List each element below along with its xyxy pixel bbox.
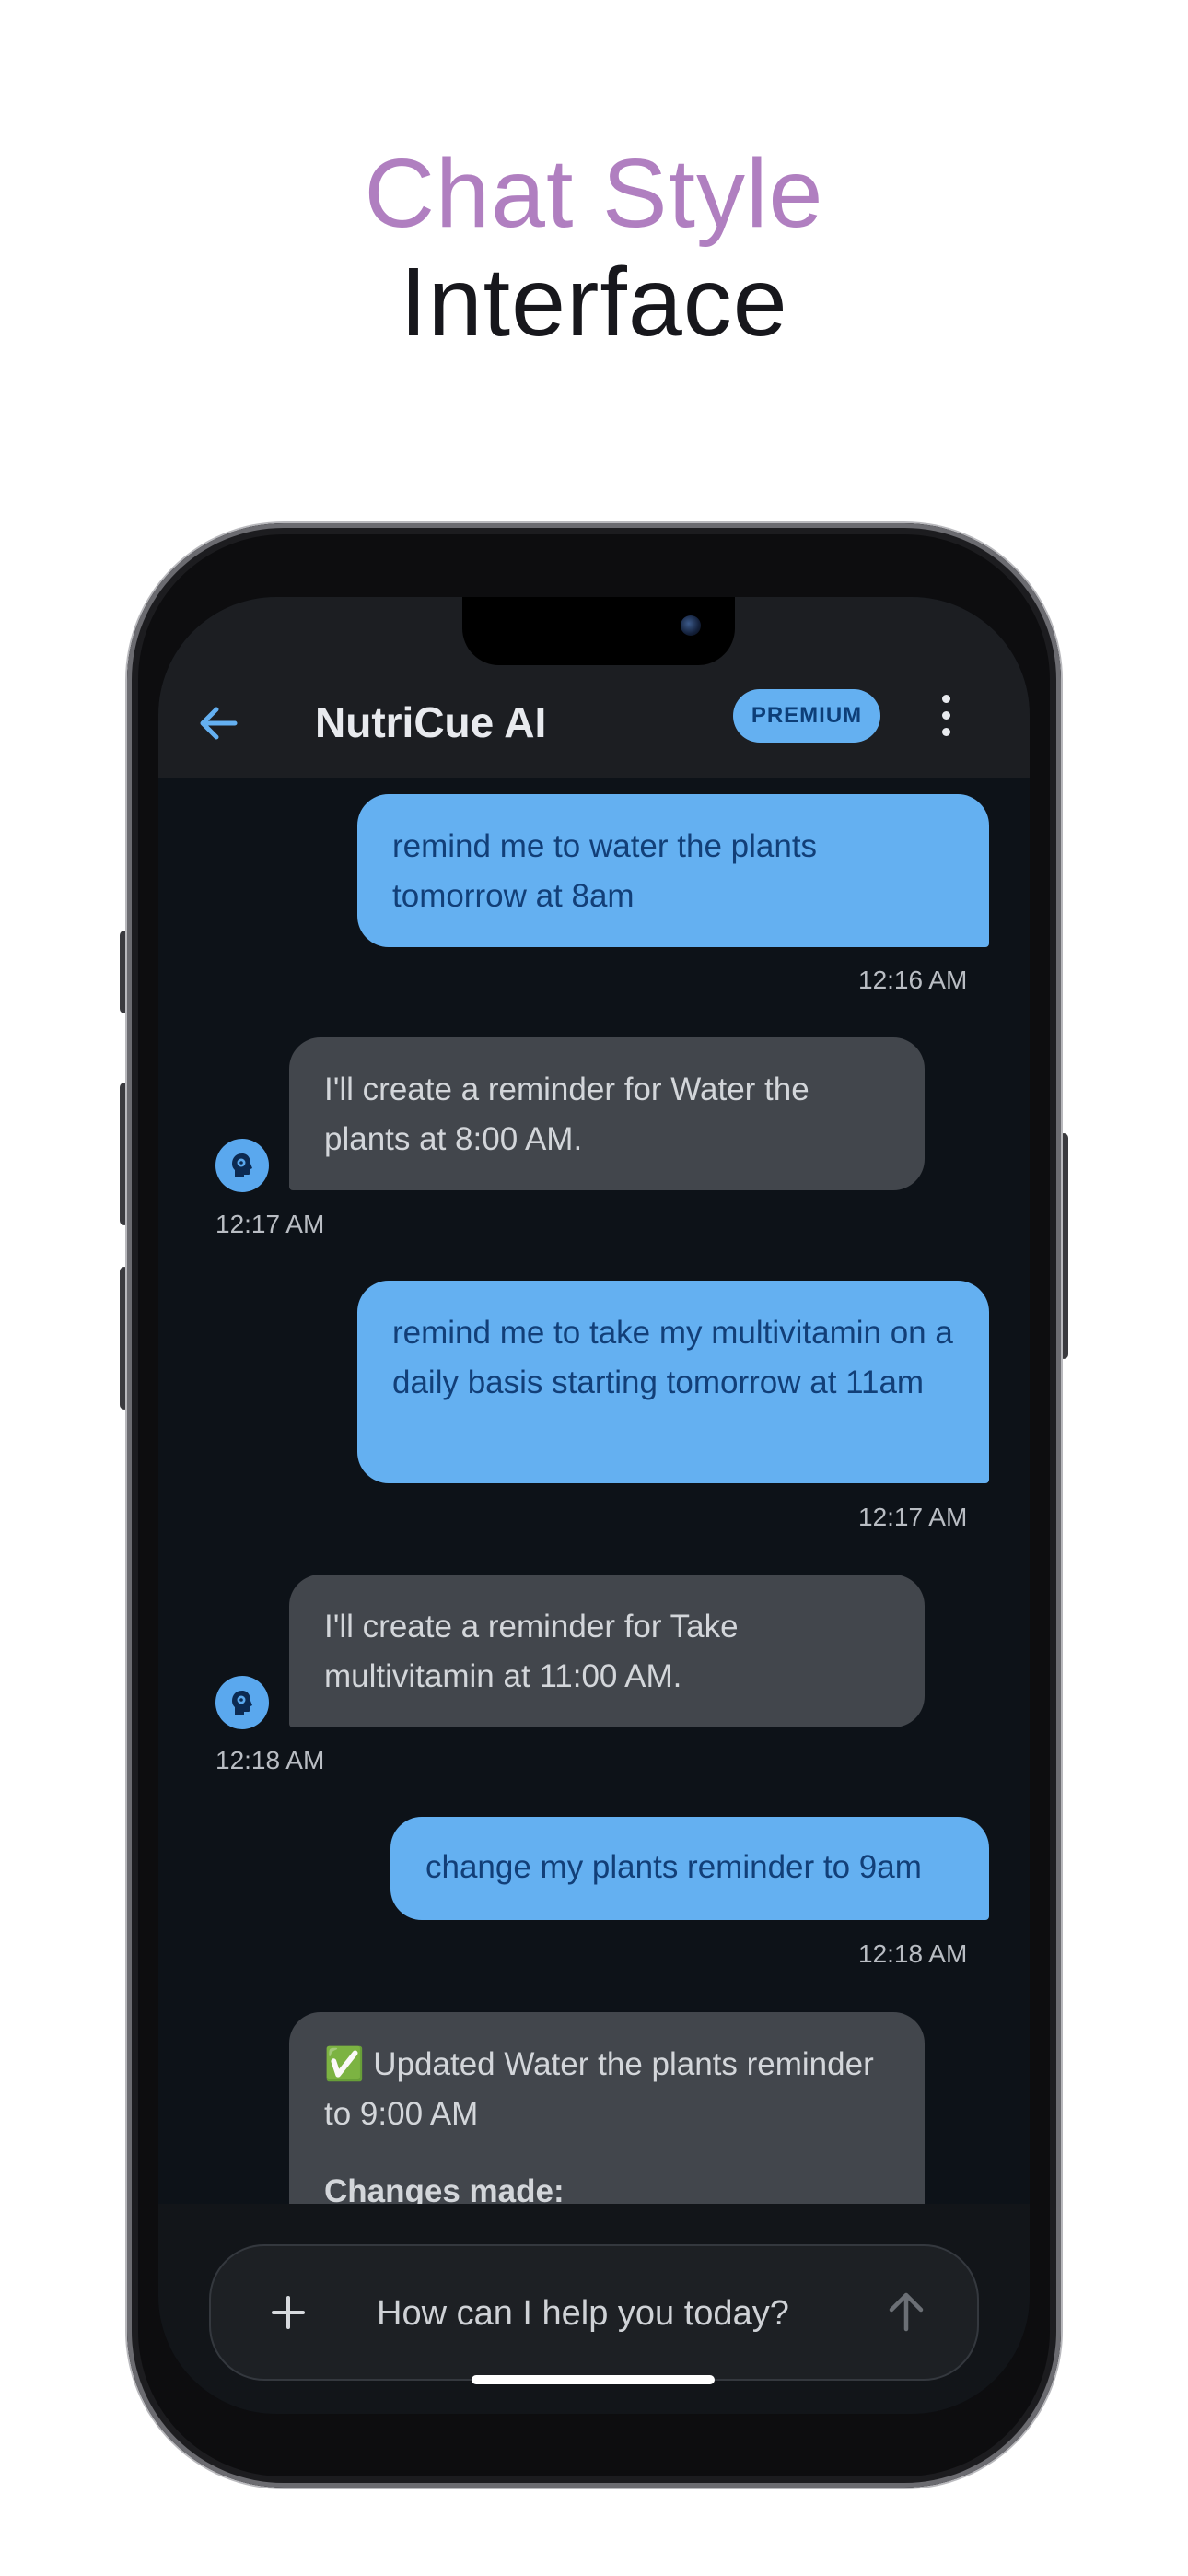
headline-line-1: Chat Style [364,139,824,248]
back-button[interactable] [195,700,241,746]
message-timestamp: 12:18 AM [858,1939,968,1968]
arrow-up-icon [889,2292,924,2332]
user-message-bubble: remind me to water the plants tomorrow a… [357,794,989,947]
more-vertical-icon-dot [942,728,950,736]
plus-icon [272,2296,305,2329]
arrow-left-icon [200,707,238,740]
message-timestamp: 12:16 AM [858,966,968,994]
message-timestamp: 12:18 AM [215,1746,325,1774]
more-vertical-icon-dot [942,711,950,720]
more-vertical-icon [942,695,950,703]
front-camera [681,615,701,636]
ai-message-bubble: I'll create a reminder for Water the pla… [289,1037,925,1190]
more-menu-button[interactable] [932,693,960,739]
chat-thread[interactable]: remind me to water the plants tomorrow a… [158,778,1030,2204]
phone-screen: NutriCue AI PREMIUM remind me to water t… [158,597,1030,2414]
bot-avatar [215,1676,269,1729]
app-title: NutriCue AI [315,698,547,746]
message-input[interactable] [375,2281,857,2346]
bot-avatar [215,1139,269,1192]
message-composer [209,2244,979,2381]
ai-message-bubble: ✅ Updated Water the plants reminder to 9… [289,2012,925,2204]
ai-message-subheading: Changes made: [324,2173,565,2204]
attach-button[interactable] [264,2289,312,2336]
user-message-bubble: change my plants reminder to 9am [390,1817,989,1920]
message-timestamp: 12:17 AM [215,1210,325,1238]
message-timestamp: 12:17 AM [858,1503,968,1531]
brain-head-icon [232,1691,252,1715]
brain-head-icon [232,1153,252,1177]
ai-message-text: ✅ Updated Water the plants reminder to 9… [324,2046,874,2132]
headline-line-2: Interface [400,248,788,357]
premium-badge[interactable]: PREMIUM [733,689,880,743]
home-indicator[interactable] [472,2375,715,2384]
user-message-bubble: remind me to take my multivitamin on a d… [357,1281,989,1483]
ai-message-bubble: I'll create a reminder for Take multivit… [289,1575,925,1727]
send-button[interactable] [879,2285,933,2338]
